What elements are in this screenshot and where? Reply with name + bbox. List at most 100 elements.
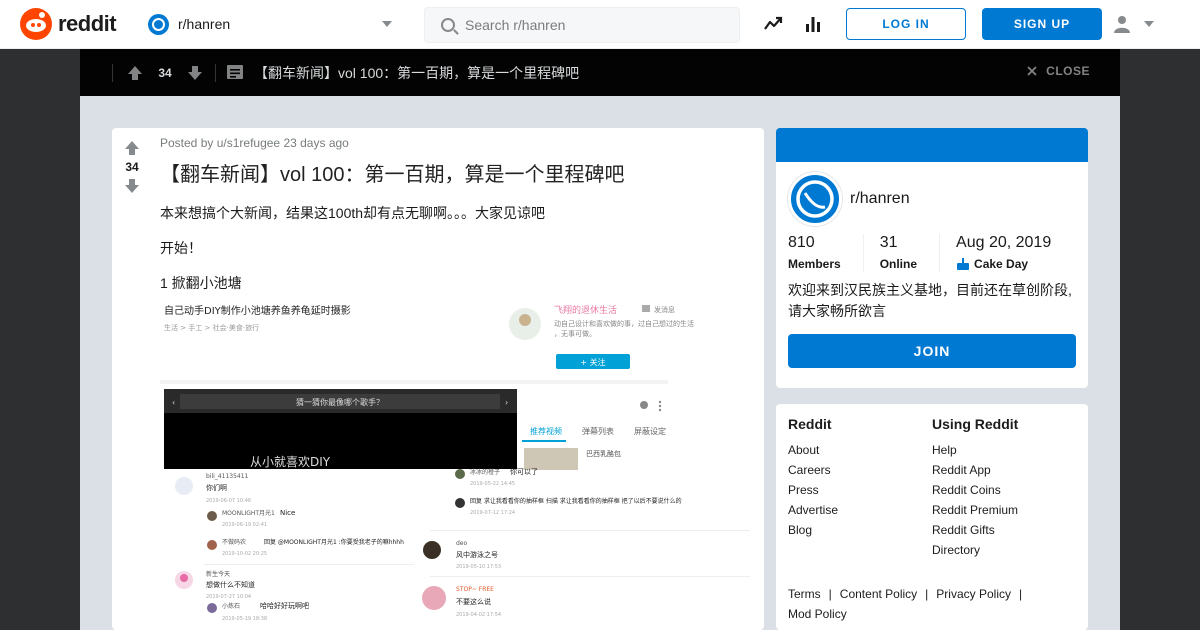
image-follow-label: + 关注	[580, 357, 605, 367]
image-comment-text: 哈哈好好玩啊吧	[260, 601, 309, 610]
post-text: 本来想搞个大新闻，结果这100th却有点无聊啊。。。大家见谅吧 开始！ 1 掀翻…	[160, 204, 756, 292]
image-player-subtitle: 从小就喜欢DIY	[250, 454, 331, 469]
footer-link-reddit-app[interactable]: Reddit App	[932, 460, 1018, 480]
image-comment-user: MOONLIGHT月光1	[222, 509, 275, 517]
downvote-icon[interactable]	[187, 65, 203, 81]
footer-link-about[interactable]: About	[788, 440, 838, 460]
footer-link-reddit-premium[interactable]: Reddit Premium	[932, 500, 1018, 520]
image-breadcrumb: 生活 > 手工 > 社会·美食·旅行	[164, 323, 259, 332]
cake-icon	[957, 258, 970, 270]
footer-link-mod-policy[interactable]: Mod Policy	[788, 607, 847, 621]
image-comment-time: 2019-04-02 17:54	[456, 612, 501, 618]
image-tab: 屏蔽设定	[634, 426, 666, 436]
close-icon	[1027, 66, 1037, 76]
signup-button[interactable]: SIGN UP	[982, 8, 1102, 40]
author-link[interactable]: u/s1refugee	[217, 136, 280, 150]
online-label: Online	[879, 257, 918, 271]
image-comment-user: STOP~ FREE	[456, 586, 494, 593]
login-button[interactable]: LOG IN	[846, 8, 966, 40]
members-label: Members	[788, 257, 841, 271]
image-comment-text: 风中游泳之号	[456, 550, 498, 559]
image-comment-user: deo	[456, 540, 468, 547]
join-button[interactable]: JOIN	[788, 334, 1076, 368]
footer-link-directory[interactable]: Directory	[932, 540, 1018, 560]
links-column-title: Using Reddit	[932, 416, 1019, 432]
image-comment-time: 2019-07-27 10:04	[206, 594, 251, 600]
post-bar-title: 【翻车新闻】vol 100：第一百期，算是一个里程碑吧	[254, 64, 580, 81]
snoo-icon	[20, 8, 52, 40]
search-icon	[441, 18, 455, 32]
community-logo-icon	[796, 180, 834, 218]
image-comment-time: 2019-06-07 10:46	[206, 498, 251, 504]
image-comment-text: 回复 求让我看看你的抽样框 扫描 求让我看看你的抽样框 把了以后不要说什么的	[470, 497, 682, 505]
image-uploader: 飞翔的退休生活	[554, 304, 617, 316]
upvote-icon[interactable]	[124, 140, 140, 156]
image-comment-time: 2019-10-02 20:25	[222, 551, 267, 557]
image-comment-text: 你可以了	[510, 467, 538, 476]
svg-text:›: ›	[505, 398, 508, 407]
image-comment-time: 2019-05-22 14:45	[470, 481, 515, 487]
image-comment-time: 2019-06-19 02:41	[222, 522, 267, 528]
image-message-label: 发消息	[654, 305, 675, 314]
image-comment-text: Nice	[280, 509, 295, 517]
image-uploader-desc: 动自己设计和喜欢做的事，过自己想过的生活	[554, 319, 694, 328]
online-count: 31	[879, 234, 898, 251]
links-column-reddit: Reddit About Careers Press Advertise Blo…	[788, 416, 838, 540]
footer-link-press[interactable]: Press	[788, 480, 838, 500]
post-age[interactable]: 23 days ago	[283, 136, 348, 150]
footer-link-terms[interactable]: Terms	[788, 587, 821, 601]
close-button[interactable]: CLOSE	[1026, 64, 1090, 78]
community-name[interactable]: r/hanren	[850, 190, 910, 208]
footer-link-help[interactable]: Help	[932, 440, 1018, 460]
cake-day-label: Cake Day	[974, 257, 1029, 271]
chevron-down-icon	[382, 21, 392, 27]
image-comment-time: 2019-05-19 18:38	[222, 616, 267, 622]
image-video-title: 自己动手DIY制作小池塘养鱼养龟延时摄影	[164, 304, 351, 317]
divider	[939, 234, 941, 272]
divider	[215, 63, 216, 82]
downvote-icon[interactable]	[124, 178, 140, 194]
community-stats: 810 Members 31 Online Aug 20, 2019 Cake …	[788, 234, 1073, 272]
footer-link-advertise[interactable]: Advertise	[788, 500, 838, 520]
image-tab: 推荐视频	[530, 426, 562, 436]
links-column-title: Reddit	[788, 416, 832, 432]
footer-link-blog[interactable]: Blog	[788, 520, 838, 540]
footer-link-reddit-coins[interactable]: Reddit Coins	[932, 480, 1018, 500]
post-body: Posted by u/s1refugee 23 days ago 【翻车新闻】…	[160, 136, 756, 292]
community-avatar[interactable]	[788, 172, 842, 226]
post-top-bar: 34 【翻车新闻】vol 100：第一百期，算是一个里程碑吧 CLOSE	[80, 49, 1120, 96]
footer-link-reddit-gifts[interactable]: Reddit Gifts	[932, 520, 1018, 540]
content-area: 34 Posted by u/s1refugee 23 days ago 【翻车…	[80, 96, 1120, 630]
search-input[interactable]	[465, 17, 715, 33]
post-paragraph: 开始！	[160, 240, 202, 256]
community-icon	[148, 13, 169, 35]
vote-column: 34	[112, 128, 152, 194]
chevron-down-icon	[1144, 21, 1154, 27]
footer-link-privacy-policy[interactable]: Privacy Policy	[936, 587, 1011, 601]
community-description: 欢迎来到汉民族主义基地，目前还在草创阶段,请大家畅所欲言	[788, 282, 1072, 319]
post-paragraph: 1 掀翻小池塘	[160, 275, 242, 291]
upvote-icon[interactable]	[127, 65, 143, 81]
image-tab: 弹幕列表	[582, 426, 614, 436]
reddit-logo[interactable]: reddit	[20, 8, 117, 40]
divider	[862, 234, 864, 272]
trending-icon[interactable]	[763, 14, 783, 34]
footer-link-content-policy[interactable]: Content Policy	[840, 587, 917, 601]
stats-icon[interactable]	[803, 14, 823, 34]
user-menu[interactable]	[1112, 12, 1162, 36]
post-image[interactable]: 自己动手DIY制作小池塘养鱼养龟延时摄影 生活 > 手工 > 社会·美食·旅行 …	[160, 302, 752, 630]
image-comment-text: 不要这么说	[456, 597, 491, 606]
vote-count: 34	[125, 160, 139, 174]
search-bar[interactable]	[424, 7, 740, 43]
post-text-icon	[227, 64, 243, 79]
community-selector[interactable]: r/hanren	[148, 12, 398, 36]
image-comment-text: 你们啊	[206, 483, 227, 492]
top-header: reddit r/hanren LOG IN SIGN UP	[0, 0, 1200, 49]
image-comment-user: 小炼石	[222, 602, 240, 610]
post-meta: Posted by u/s1refugee 23 days ago	[160, 136, 756, 150]
image-comment-user: 新生今天	[206, 570, 230, 578]
image-uploader-desc-2: ，无事可做。	[554, 329, 596, 338]
post-title: 【翻车新闻】vol 100：第一百期，算是一个里程碑吧	[160, 164, 625, 186]
footer-link-careers[interactable]: Careers	[788, 460, 838, 480]
vote-count: 34	[158, 65, 172, 80]
